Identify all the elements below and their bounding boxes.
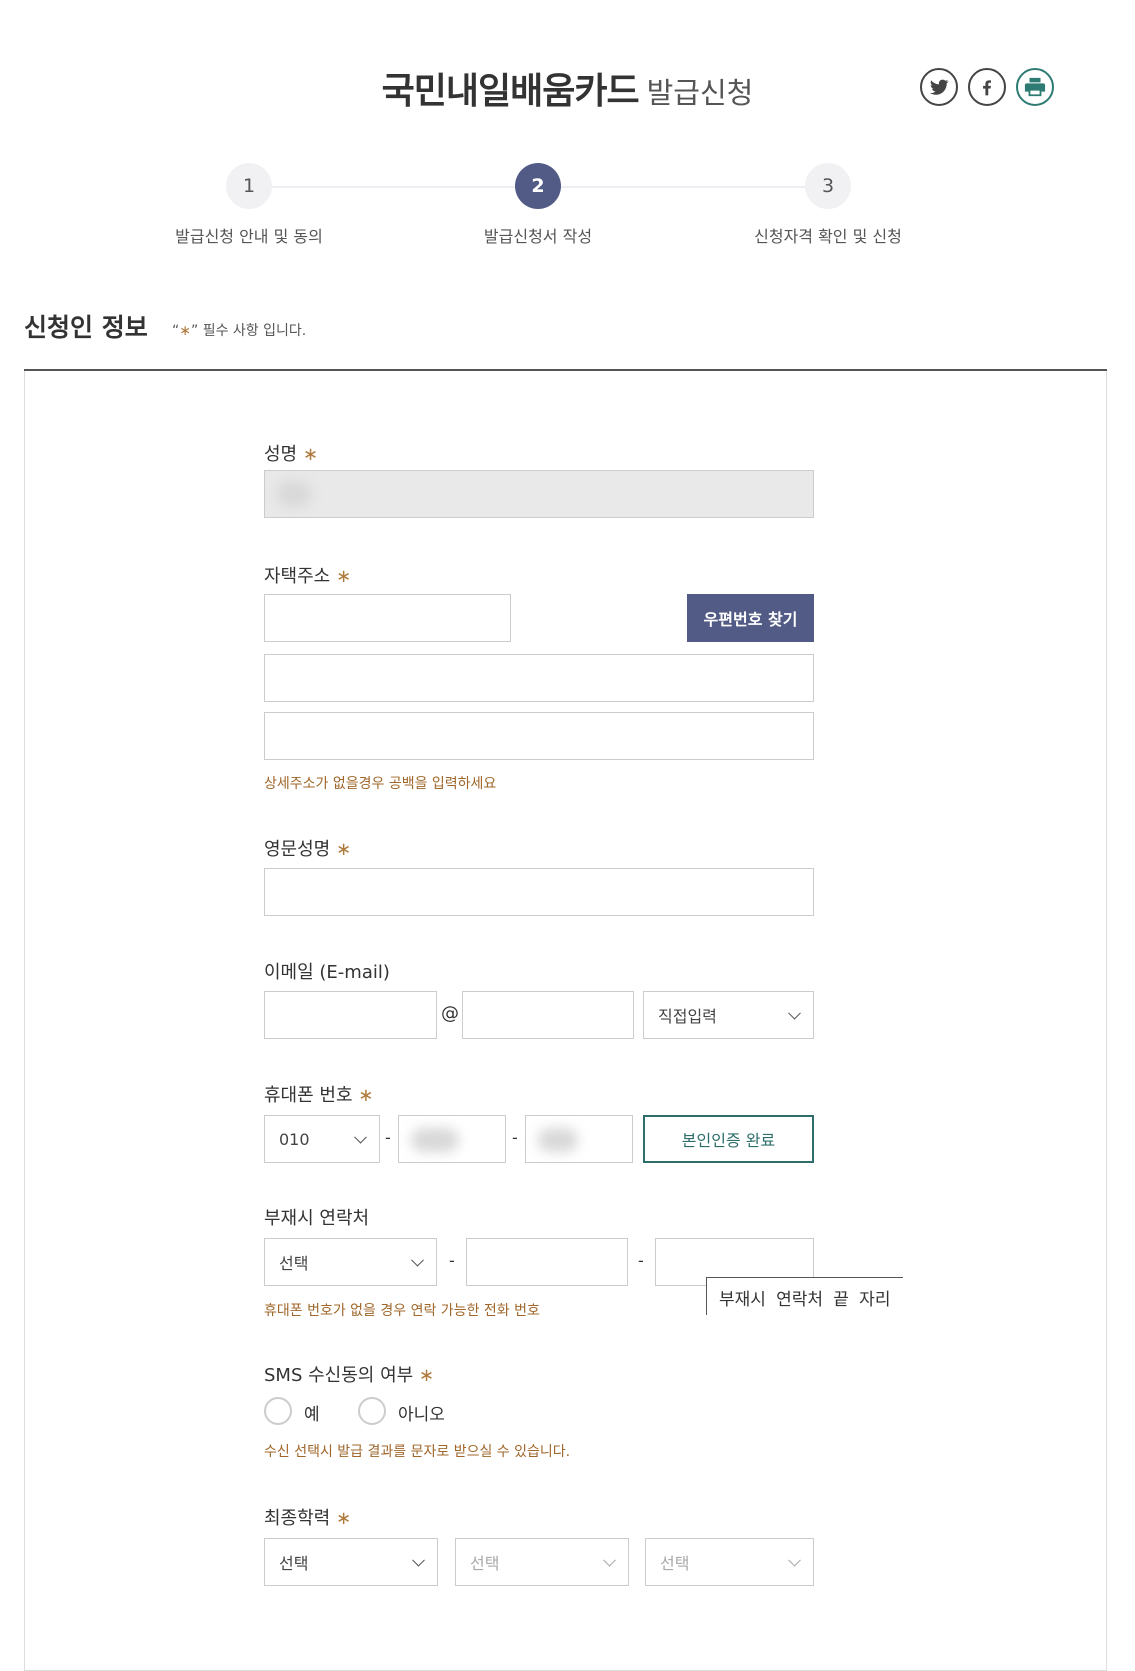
mobile-last-blurred-value [538,1128,578,1152]
facebook-share-button[interactable] [968,68,1006,106]
mobile-prefix-value: 010 [279,1129,310,1149]
english-name-input[interactable] [264,868,814,916]
required-star-icon: ∗ [358,1085,374,1106]
address-hint: 상세주소가 없을경우 공백을 입력하세요 [264,776,497,792]
chevron-down-icon [788,1006,801,1020]
section-title: 신청인 정보 [24,313,148,342]
chevron-down-icon [354,1130,367,1144]
mobile-label-text: 휴대폰 번호 [264,1085,353,1106]
education-label: 최종학력 ∗ [264,1504,351,1530]
name-blurred-value [277,481,311,507]
chevron-down-icon [603,1553,616,1567]
email-domain-input[interactable] [462,991,634,1039]
education-level-value: 선택 [279,1554,309,1573]
twitter-share-button[interactable] [920,68,958,106]
sms-consent-label: SMS 수신동의 여부 ∗ [264,1361,434,1387]
mobile-last-input[interactable] [525,1115,633,1163]
sms-no-radio[interactable] [358,1397,386,1425]
name-label: 성명 ∗ [264,440,318,466]
address-detail-input[interactable] [264,712,814,760]
alt-contact-tooltip: 부재시 연락처 끝 자리 [706,1277,903,1315]
step-3-label: 신청자격 확인 및 신청 [754,227,902,246]
education-label-text: 최종학력 [264,1508,331,1529]
required-star-icon: ∗ [335,1508,352,1529]
education-status-select[interactable]: 선택 [645,1538,814,1586]
zipcode-search-button[interactable]: 우편번호 찾기 [687,594,814,642]
mobile-middle-blurred-value [411,1128,459,1152]
email-domain-select[interactable]: 직접입력 [643,991,814,1039]
sms-no-label[interactable]: 아니오 [398,1400,445,1425]
mobile-label: 휴대폰 번호 ∗ [264,1081,373,1107]
alt-contact-hint: 휴대폰 번호가 없을 경우 연락 가능한 전화 번호 [264,1303,540,1319]
step-1-circle: 1 [226,163,272,209]
sms-hint: 수신 선택시 발급 결과를 문자로 받으실 수 있습니다. [264,1444,571,1460]
step-3-circle: 3 [805,163,851,209]
zipcode-input[interactable] [264,594,511,642]
mobile-dash-2: - [512,1128,518,1147]
required-star-icon: ∗ [335,839,352,860]
chevron-down-icon [788,1553,801,1567]
step-1-label: 발급신청 안내 및 동의 [175,227,323,246]
required-star-icon: ∗ [335,566,352,587]
mobile-dash-1: - [385,1128,391,1147]
required-star-icon: ∗ [418,1365,435,1386]
sms-consent-label-text: SMS 수신동의 여부 [264,1365,414,1386]
name-input[interactable] [264,470,814,518]
sms-yes-radio[interactable] [264,1397,292,1425]
email-domain-select-value: 직접입력 [658,1007,717,1026]
name-label-text: 성명 [264,444,298,465]
step-2-label: 발급신청서 작성 [483,227,593,246]
alt-contact-label: 부재시 연락처 [264,1208,370,1229]
alt-contact-dash-2: - [638,1251,644,1270]
mobile-middle-input[interactable] [398,1115,506,1163]
email-local-input[interactable] [264,991,437,1039]
education-level-select[interactable]: 선택 [264,1538,438,1586]
mobile-prefix-select[interactable]: 010 [264,1115,380,1163]
sms-yes-label[interactable]: 예 [304,1400,320,1425]
education-school-select[interactable]: 선택 [455,1538,629,1586]
alt-contact-dash-1: - [449,1251,455,1270]
step-2-circle-active: 2 [515,163,561,209]
print-icon [1024,77,1046,97]
address-line1-input[interactable] [264,654,814,702]
twitter-icon [929,79,949,95]
identity-verify-button[interactable]: 본인인증 완료 [643,1115,814,1163]
chevron-down-icon [412,1553,425,1567]
education-status-value: 선택 [660,1554,690,1573]
english-name-label-text: 영문성명 [264,839,331,860]
address-label: 자택주소 ∗ [264,562,351,588]
page-title-main: 국민내일배움카드 [381,71,640,112]
alt-contact-prefix-value: 선택 [279,1254,309,1273]
page-title-sub: 발급신청 [646,76,754,110]
required-star-icon: ∗ [179,323,191,339]
alt-contact-middle-input[interactable] [466,1238,628,1286]
print-button[interactable] [1016,68,1054,106]
email-label: 이메일 (E-mail) [264,962,390,983]
email-at-sign: @ [441,1003,459,1024]
required-note: “∗” 필수 사항 입니다. [172,320,306,340]
english-name-label: 영문성명 ∗ [264,835,351,861]
education-school-value: 선택 [470,1554,500,1573]
chevron-down-icon [411,1253,424,1267]
facebook-icon [983,80,991,96]
required-note-close: ” 필수 사항 입니다. [191,323,307,339]
required-star-icon: ∗ [302,444,318,465]
alt-contact-prefix-select[interactable]: 선택 [264,1238,437,1286]
address-label-text: 자택주소 [264,566,331,587]
page-title: 국민내일배움카드 발급신청 [0,62,1135,114]
